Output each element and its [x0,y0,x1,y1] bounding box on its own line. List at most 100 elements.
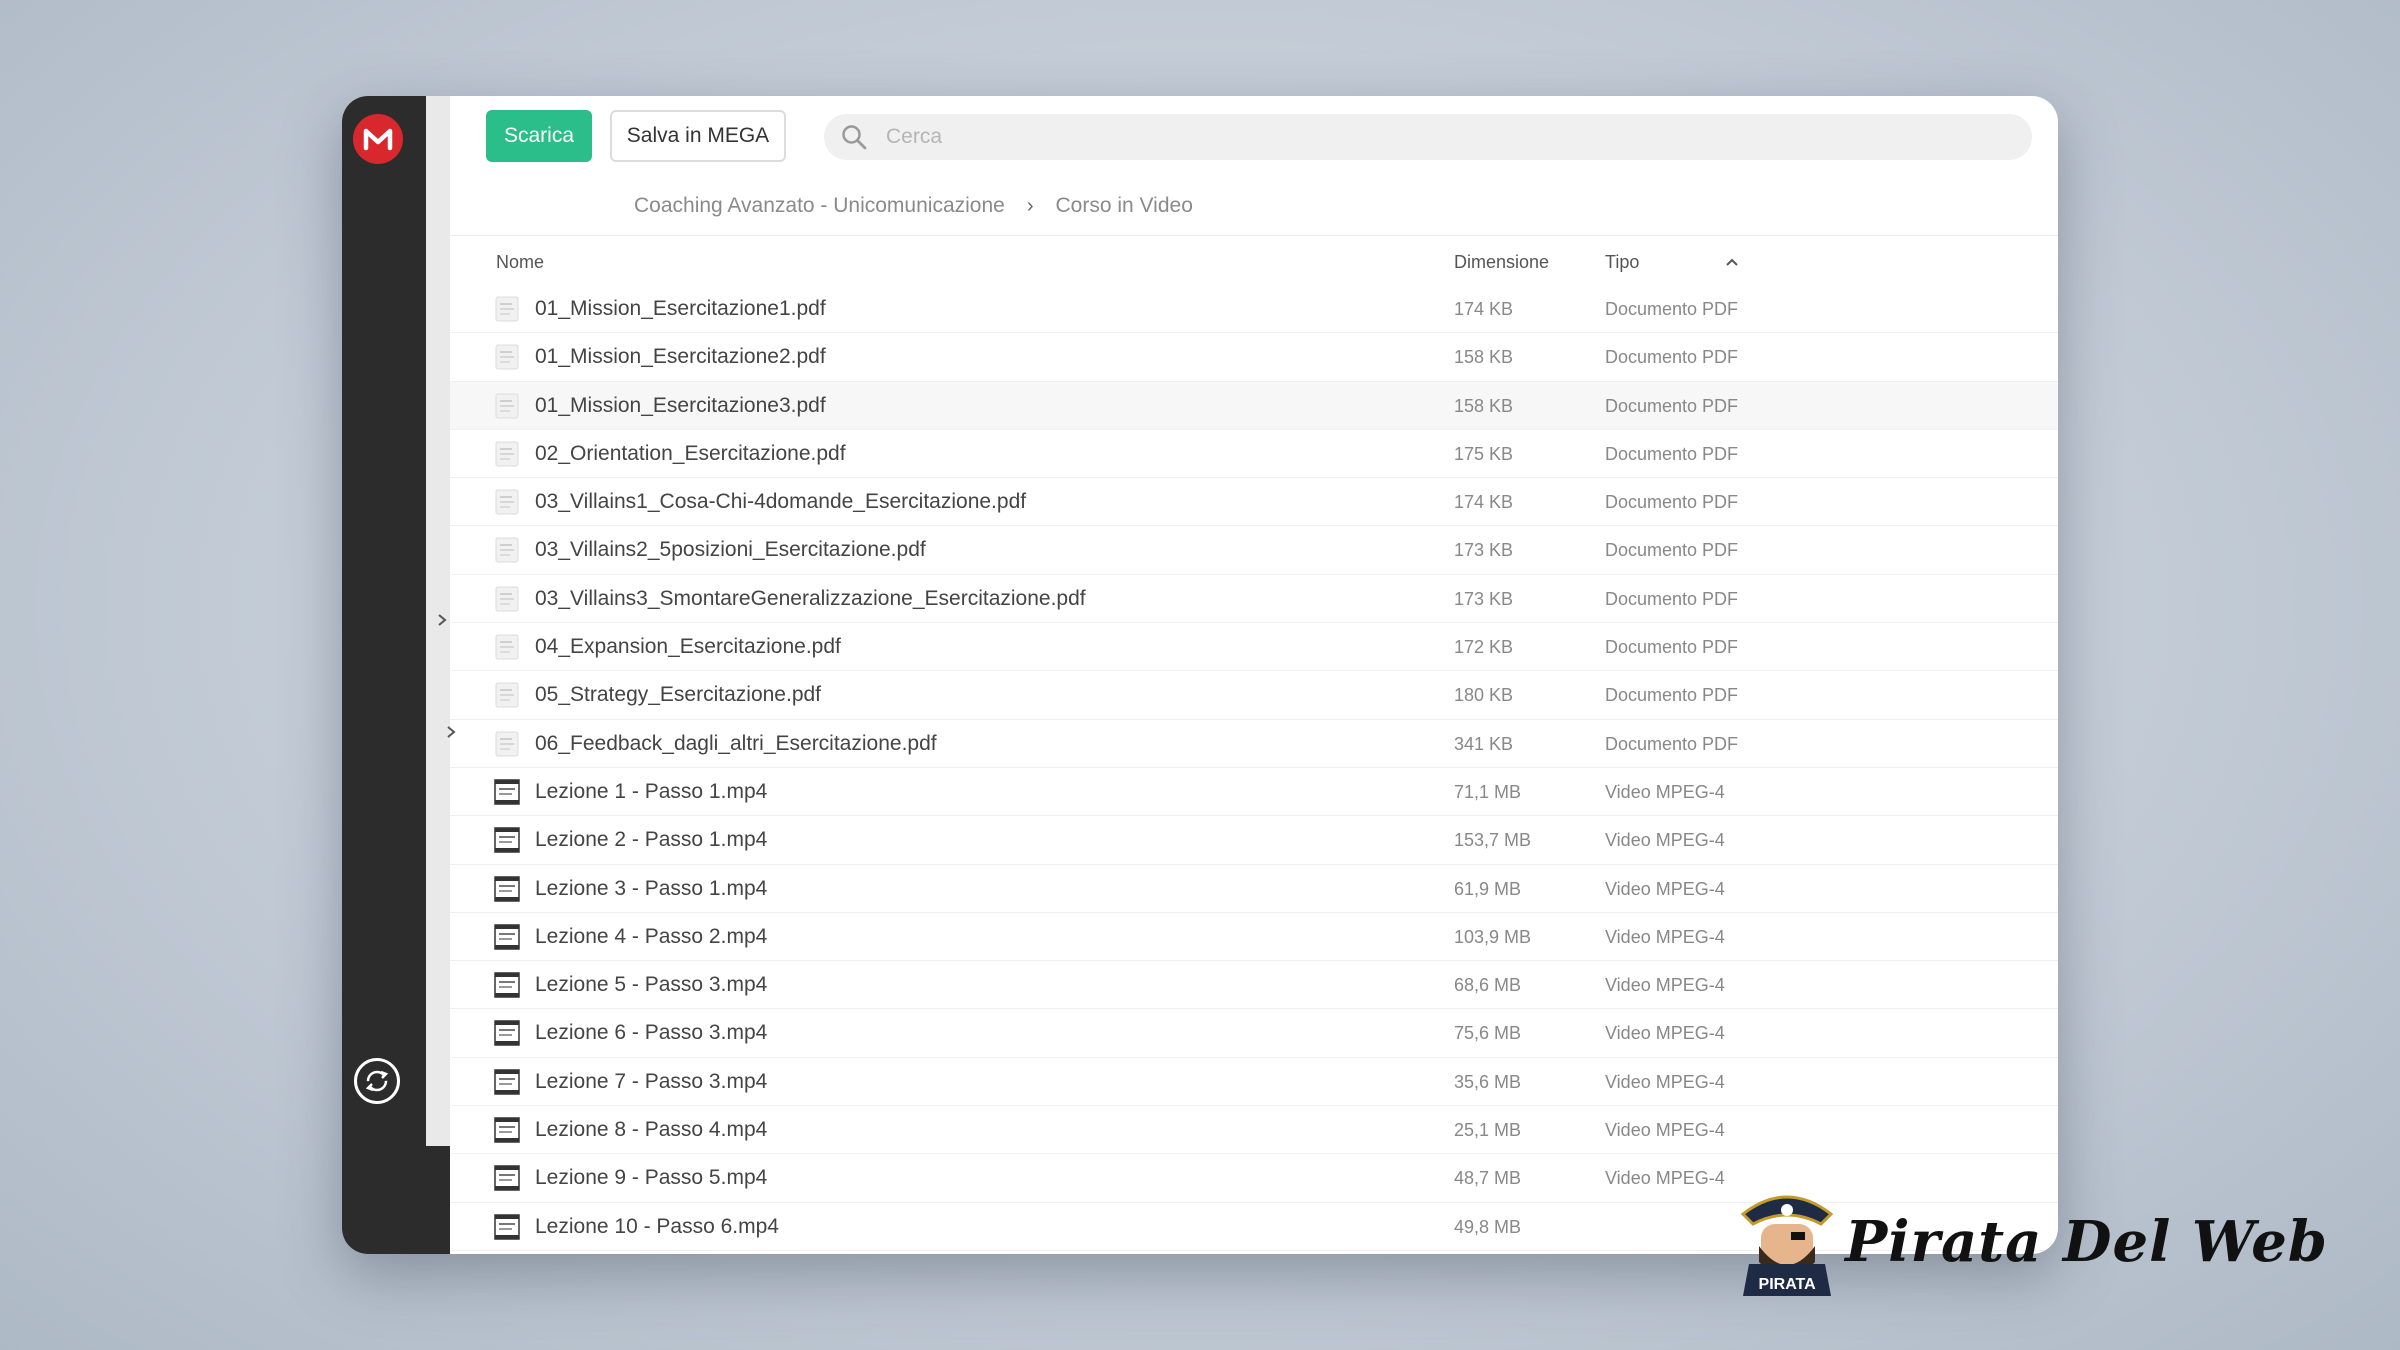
file-row[interactable]: 05_Strategy_Esercitazione.pdf 180 KB Docum… [450,671,2058,720]
file-type: Documento PDF [1605,588,1739,609]
sync-icon[interactable] [354,1058,400,1104]
breadcrumb-item-current[interactable]: Corso in Video [1056,194,1193,218]
file-row[interactable]: 01_Mission_Esercitazione3.pdf 158 KB Docum… [450,381,2058,430]
divider [450,235,2058,236]
chevron-up-icon[interactable] [1722,252,1742,272]
file-name[interactable]: 05_Strategy_Esercitazione.pdf [535,671,821,719]
video-file-icon [492,1019,522,1047]
file-type: Video MPEG-4 [1605,1071,1725,1092]
file-row[interactable]: Lezione 8 - Passo 4.mp4 25,1 MB Video MPEG… [450,1106,2058,1155]
video-file-icon [492,923,522,951]
file-row[interactable]: Lezione 4 - Passo 2.mp4 103,9 MB Video MPE… [450,913,2058,962]
file-type: Documento PDF [1605,395,1739,416]
file-type: Video MPEG-4 [1605,830,1725,851]
video-file-icon [492,826,522,854]
file-name[interactable]: 02_Orientation_Esercitazione.pdf [535,430,846,478]
file-size: 103,9 MB [1454,926,1532,947]
file-name[interactable]: Lezione 8 - Passo 4.mp4 [535,1106,767,1154]
file-row[interactable]: Lezione 2 - Passo 1.mp4 153,7 MB Video MPE… [450,816,2058,865]
file-type: Video MPEG-4 [1605,1168,1725,1189]
pdf-file-icon [492,440,522,468]
pdf-file-icon [492,633,522,661]
file-name[interactable]: Lezione 2 - Passo 1.mp4 [535,816,767,864]
file-name[interactable]: 01_Mission_Esercitazione2.pdf [535,333,826,381]
column-header-type[interactable]: Tipo [1605,246,1639,278]
file-type: Documento PDF [1605,299,1739,319]
file-row[interactable]: Lezione 3 - Passo 1.mp4 61,9 MB Video MPEG… [450,865,2058,913]
pdf-file-icon [492,392,522,420]
watermark: Pirata Del Web PIRATA [1735,1184,2328,1300]
file-row[interactable]: 04_Expansion_Esercitazione.pdf 172 KB Docu… [450,623,2058,672]
file-row[interactable]: Lezione 6 - Passo 3.mp4 75,6 MB Video MPEG… [450,1009,2058,1058]
file-type: Video MPEG-4 [1605,1023,1725,1044]
video-file-icon [492,1068,522,1096]
file-size: 49,8 MB [1454,1216,1522,1237]
file-size: 173 KB [1454,540,1514,561]
search-bar[interactable] [824,114,2032,160]
video-file-icon [492,971,522,999]
watermark-badge-text: PIRATA [1758,1276,1816,1293]
file-name[interactable]: 06_Feedback_dagli_altri_Esercitazione.pd… [535,720,937,768]
file-type: Video MPEG-4 [1605,1120,1725,1141]
file-size: 180 KB [1454,685,1514,706]
file-name[interactable]: Lezione 9 - Passo 5.mp4 [535,1154,767,1202]
file-row[interactable]: 02_Orientation_Esercitazione.pdf 175 KB Do… [450,430,2058,479]
pdf-file-icon [492,730,522,758]
file-name[interactable]: Lezione 3 - Passo 1.mp4 [535,865,767,913]
file-name[interactable]: Lezione 7 - Passo 3.mp4 [535,1058,767,1106]
file-size: 48,7 MB [1454,1168,1522,1189]
column-header-size[interactable]: Dimensione [1454,246,1549,278]
file-row[interactable]: 03_Villains2_5posizioni_Esercitazione.pd… [450,526,2058,575]
file-name[interactable]: Lezione 4 - Passo 2.mp4 [535,913,767,961]
file-name[interactable]: 03_Villains3_SmontareGeneralizzazione_Es… [535,575,1086,623]
breadcrumb-separator-icon: › [1026,194,1034,217]
file-size: 174 KB [1454,299,1514,319]
chevron-right-icon[interactable] [432,610,452,630]
save-to-mega-button[interactable]: Salva in MEGA [610,110,786,162]
file-name[interactable]: 04_Expansion_Esercitazione.pdf [535,623,841,671]
pdf-file-icon [492,681,522,709]
file-row[interactable]: Lezione 5 - Passo 3.mp4 68,6 MB Video MPEG… [450,961,2058,1010]
file-name[interactable]: Lezione 10 - Passo 6.mp4 [535,1203,779,1251]
file-type: Documento PDF [1605,443,1739,464]
file-size: 75,6 MB [1454,1023,1522,1044]
breadcrumb-item-parent[interactable]: Coaching Avanzato - Unicomunicazione [634,194,1005,218]
file-row[interactable]: 03_Villains1_Cosa-Chi-4domande_Esercitaz… [450,478,2058,527]
file-type: Documento PDF [1605,492,1739,513]
pdf-file-icon [492,295,522,323]
video-file-icon [492,1116,522,1144]
file-name[interactable]: 01_Mission_Esercitazione1.pdf [535,285,826,333]
video-file-icon [492,1213,522,1241]
file-row[interactable]: Lezione 1 - Passo 1.mp4 71,1 MB Video MPEG… [450,768,2058,817]
file-type: Video MPEG-4 [1605,781,1725,802]
file-row[interactable]: 03_Villains3_SmontareGeneralizzazione_Es… [450,575,2058,624]
file-size: 35,6 MB [1454,1071,1522,1092]
search-input[interactable] [884,124,1988,150]
file-name[interactable]: 01_Mission_Esercitazione3.pdf [535,382,826,430]
file-name[interactable]: Lezione 5 - Passo 3.mp4 [535,961,767,1009]
file-row[interactable]: 01_Mission_Esercitazione2.pdf 158 KB Docum… [450,333,2058,382]
file-name[interactable]: Lezione 1 - Passo 1.mp4 [535,768,767,816]
pdf-file-icon [492,536,522,564]
download-button[interactable]: Scarica [486,110,592,162]
breadcrumb: Coaching Avanzato - Unicomunicazione › C… [634,184,1193,228]
file-type: Documento PDF [1605,347,1739,368]
file-row[interactable]: 01_Mission_Esercitazione1.pdf 174 KB Docum… [450,285,2058,334]
file-row[interactable]: Lezione 7 - Passo 3.mp4 35,6 MB Video MPEG… [450,1058,2058,1107]
file-type: Documento PDF [1605,733,1739,754]
file-type: Documento PDF [1605,540,1739,561]
column-header-name[interactable]: Nome [496,246,544,278]
file-name[interactable]: Lezione 6 - Passo 3.mp4 [535,1009,767,1057]
pdf-file-icon [492,488,522,516]
file-size: 25,1 MB [1454,1120,1522,1141]
file-size: 158 KB [1454,347,1514,368]
file-size: 153,7 MB [1454,830,1532,851]
file-size: 172 KB [1454,637,1514,658]
file-name[interactable]: 03_Villains2_5posizioni_Esercitazione.pd… [535,526,926,574]
pdf-file-icon [492,585,522,613]
mega-logo-icon[interactable] [353,114,403,164]
file-name[interactable]: 03_Villains1_Cosa-Chi-4domande_Esercitaz… [535,478,1026,526]
file-row[interactable]: 06_Feedback_dagli_altri_Esercitazione.pd… [450,720,2058,768]
sidebar [342,96,426,1254]
file-type: Video MPEG-4 [1605,926,1725,947]
